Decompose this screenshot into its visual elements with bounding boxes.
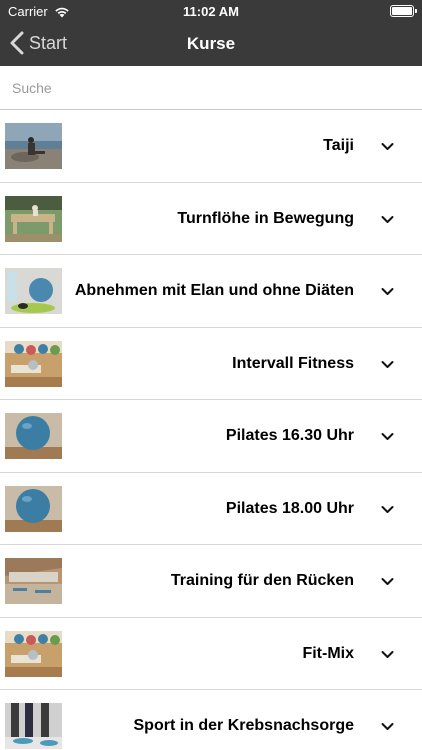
search-input[interactable]: [12, 76, 412, 100]
navigation-bar: Start Kurse: [0, 22, 422, 66]
chevron-down-icon: [381, 433, 394, 440]
course-thumbnail: [5, 268, 62, 314]
course-title: Pilates 16.30 Uhr: [225, 427, 354, 444]
course-thumbnail: [5, 123, 62, 169]
clock: 11:02 AM: [183, 4, 239, 19]
course-row-intervall-fitness[interactable]: Intervall Fitness: [0, 327, 422, 400]
course-row-training-ruecken[interactable]: Training für den Rücken: [0, 545, 422, 618]
course-row-pilates-1800[interactable]: Pilates 18.00 Uhr: [0, 472, 422, 545]
course-row-pilates-1630[interactable]: Pilates 16.30 Uhr: [0, 400, 422, 473]
course-thumbnail: [5, 413, 62, 459]
course-thumbnail: [5, 558, 62, 604]
course-thumbnail: [5, 195, 62, 242]
course-row-krebsnachsorge[interactable]: Sport in der Krebsnachsorge: [0, 690, 422, 750]
course-title: Taiji: [323, 137, 354, 154]
chevron-down-icon: [381, 578, 394, 585]
course-row-turnfloehe[interactable]: Turnflöhe in Bewegung: [0, 182, 422, 255]
course-thumbnail: [5, 340, 62, 387]
course-list: Taiji Turnflöhe in Bewegung Abnehmen mit…: [0, 110, 422, 750]
battery-icon: [390, 5, 417, 17]
course-row-abnehmen[interactable]: Abnehmen mit Elan und ohne Diäten: [0, 255, 422, 328]
course-thumbnail: [5, 630, 62, 677]
course-title: Abnehmen mit Elan und ohne Diäten: [74, 282, 354, 299]
chevron-down-icon: [381, 360, 394, 368]
course-thumbnail: [5, 703, 62, 749]
course-title: Pilates 18.00 Uhr: [225, 499, 354, 517]
course-title: Intervall Fitness: [232, 354, 354, 372]
chevron-down-icon: [381, 723, 394, 730]
chevron-down-icon: [381, 288, 394, 295]
course-thumbnail: [5, 485, 62, 532]
chevron-down-icon: [381, 215, 394, 223]
course-row-fit-mix[interactable]: Fit-Mix: [0, 617, 422, 690]
chevron-down-icon: [381, 143, 394, 150]
chevron-down-icon: [381, 505, 394, 513]
course-title: Fit-Mix: [302, 644, 354, 662]
page-title: Kurse: [186, 34, 236, 53]
course-row-taiji[interactable]: Taiji: [0, 110, 422, 183]
chevron-down-icon: [381, 650, 394, 658]
course-title: Sport in der Krebsnachsorge: [133, 717, 355, 734]
course-title: Training für den Rücken: [170, 572, 354, 589]
status-bar: Carrier 11:02 AM: [0, 0, 422, 22]
search-bar: [0, 66, 422, 110]
course-title: Turnflöhe in Bewegung: [177, 209, 354, 227]
